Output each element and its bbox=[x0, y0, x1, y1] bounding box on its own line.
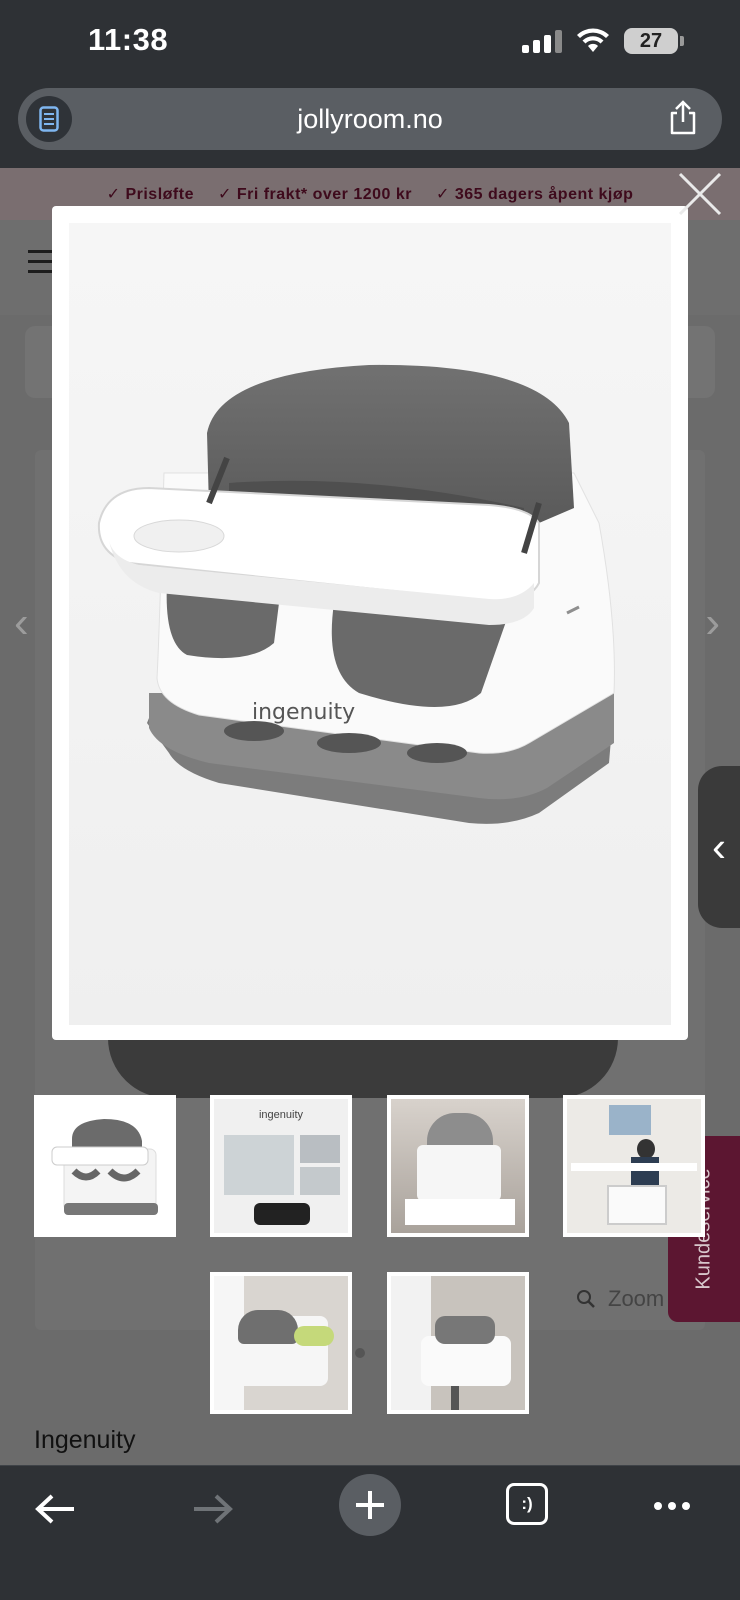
plus-icon bbox=[356, 1491, 384, 1519]
arrow-left-icon bbox=[35, 1494, 74, 1524]
wifi-icon bbox=[577, 28, 609, 52]
close-icon bbox=[678, 172, 722, 216]
status-icons: 27 bbox=[522, 28, 684, 54]
more-menu-button[interactable] bbox=[650, 1486, 694, 1526]
booster-seat-image: ingenuity bbox=[69, 223, 671, 1025]
status-bar: 11:38 27 bbox=[0, 0, 740, 86]
seat-thumbnail-image bbox=[51, 1119, 158, 1215]
zoom-label: Zoom bbox=[608, 1286, 665, 1311]
usp-item: Prisløfte bbox=[107, 184, 194, 204]
brand-name[interactable]: Ingenuity bbox=[34, 1426, 135, 1455]
share-icon bbox=[670, 100, 696, 135]
battery-indicator: 27 bbox=[624, 28, 684, 54]
tabs-button[interactable]: :) bbox=[506, 1483, 548, 1525]
status-time: 11:38 bbox=[88, 22, 169, 57]
thumbnail-2[interactable]: ingenuity bbox=[210, 1095, 352, 1237]
box-brand-logo: ingenuity bbox=[258, 1109, 304, 1121]
thumbnail-1[interactable] bbox=[34, 1095, 176, 1237]
thumbnail-3[interactable] bbox=[387, 1095, 529, 1237]
thumbnail-4[interactable] bbox=[563, 1095, 705, 1237]
thumbnail-6[interactable] bbox=[387, 1272, 529, 1414]
zoom-button[interactable]: Zoom bbox=[576, 1286, 664, 1312]
new-tab-button[interactable] bbox=[339, 1474, 401, 1536]
carousel-dot[interactable] bbox=[355, 1348, 365, 1358]
address-bar[interactable]: jollyroom.no bbox=[18, 88, 722, 150]
forward-button[interactable] bbox=[188, 1486, 238, 1532]
thumbnail-5[interactable] bbox=[210, 1272, 352, 1414]
usp-item: Fri frakt* over 1200 kr bbox=[218, 184, 412, 204]
share-button[interactable] bbox=[668, 100, 698, 141]
gallery-next-icon[interactable]: › bbox=[705, 598, 720, 648]
close-lightbox-button[interactable] bbox=[676, 170, 724, 218]
back-button[interactable] bbox=[30, 1486, 80, 1532]
ingenuity-logo: ingenuity bbox=[252, 700, 355, 725]
product-image: ingenuity bbox=[69, 223, 671, 1025]
url-text[interactable]: jollyroom.no bbox=[18, 104, 722, 135]
usp-item: 365 dagers åpent kjøp bbox=[436, 184, 633, 204]
cellular-signal-icon bbox=[522, 29, 562, 53]
browser-toolbar: :) bbox=[0, 1465, 740, 1600]
image-lightbox: ingenuity bbox=[52, 206, 688, 1040]
gallery-prev-icon[interactable]: ‹ bbox=[14, 598, 29, 648]
arrow-right-icon bbox=[194, 1494, 233, 1524]
magnifier-icon bbox=[577, 1290, 595, 1308]
more-icon bbox=[654, 1502, 690, 1510]
side-panel-toggle[interactable]: ‹ bbox=[698, 766, 740, 928]
menu-icon[interactable] bbox=[28, 250, 54, 280]
